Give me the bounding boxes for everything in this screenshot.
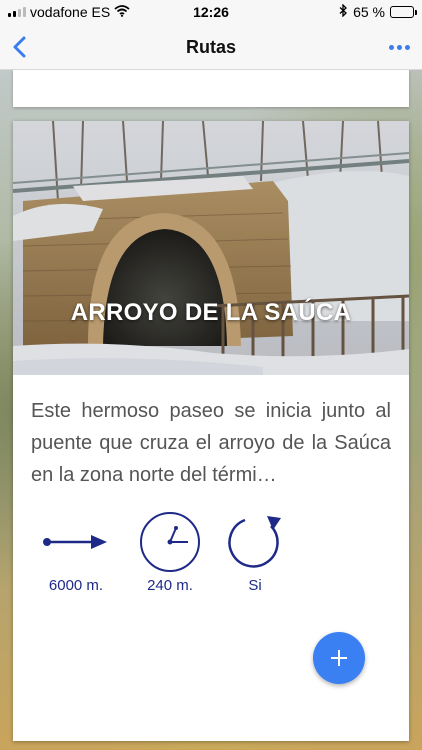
distance-value: 6000 m. (48, 577, 104, 594)
route-name: ARROYO DE LA SAÚCA (70, 299, 352, 326)
circular-value: Si (248, 577, 262, 594)
bluetooth-icon (339, 3, 348, 20)
status-bar: vodafone ES 12:26 65 % (0, 0, 422, 24)
battery-percent: 65 % (353, 4, 385, 20)
add-button[interactable] (313, 632, 365, 684)
distance-arrow-icon (43, 535, 107, 549)
navigation-bar: Rutas (0, 24, 422, 70)
page-title: Rutas (185, 37, 236, 57)
route-card[interactable]: ARROYO DE LA SAÚCA Este hermoso paseo se… (13, 121, 409, 741)
circular-route-icon (228, 516, 281, 568)
clock-icon (140, 512, 200, 572)
ellipsis-icon (388, 44, 394, 50)
battery-icon (390, 6, 417, 18)
route-description: Este hermoso paseo se inicia junto al pu… (31, 400, 391, 486)
status-right: 65 % (339, 3, 417, 20)
circular-stat: Si (210, 511, 300, 594)
more-options-button[interactable] (384, 34, 414, 60)
elevation-stat: 240 m. (125, 511, 215, 594)
distance-stat: 6000 m. (31, 511, 121, 594)
plus-icon (331, 650, 347, 666)
elevation-value: 240 m. (147, 577, 193, 594)
previous-route-card[interactable] (13, 70, 409, 107)
route-photo (13, 121, 409, 375)
